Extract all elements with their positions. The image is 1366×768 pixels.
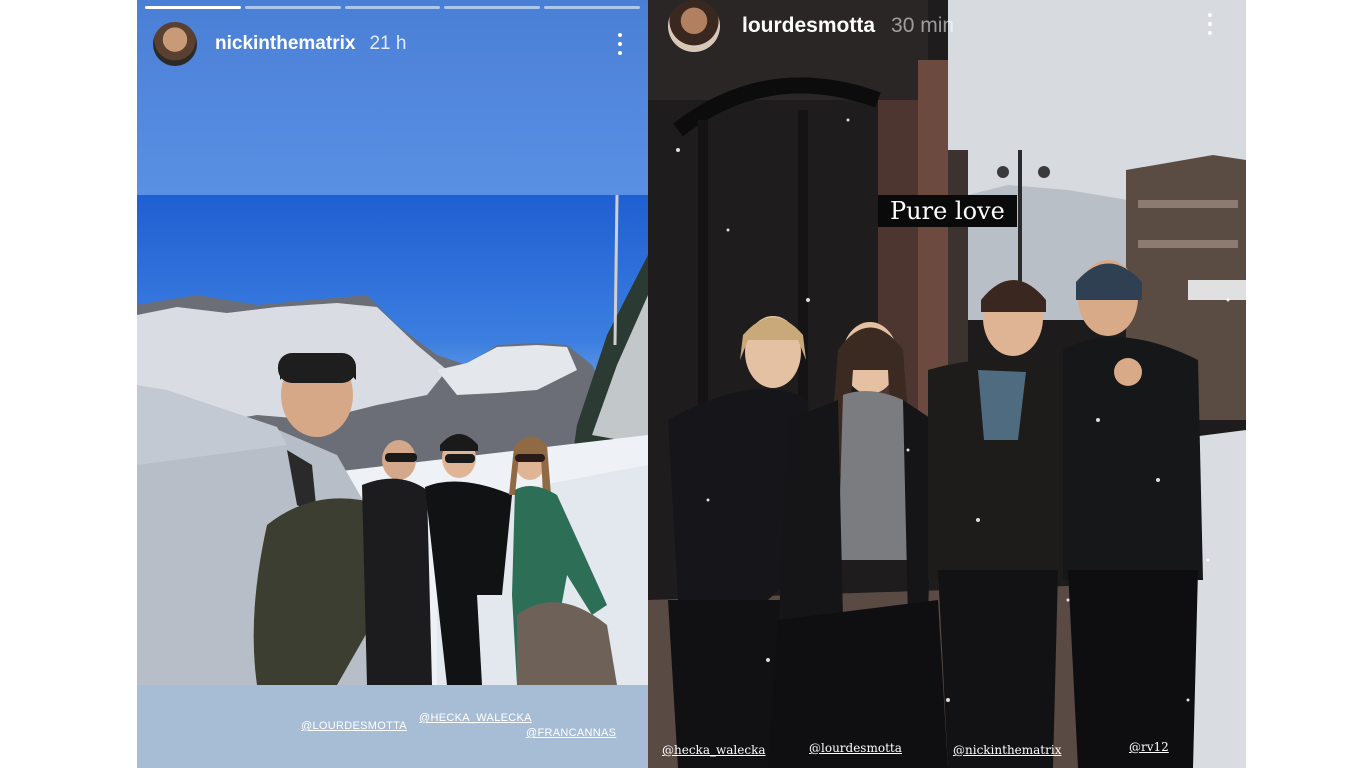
photo-illustration — [137, 195, 648, 685]
story-username[interactable]: lourdesmotta — [742, 14, 875, 38]
mention-tag[interactable]: @hecka_walecka — [662, 743, 766, 757]
mention-tag[interactable]: @HECKA_WALECKA — [419, 712, 532, 724]
story-timestamp: 21 h — [369, 33, 407, 54]
story-photo-street — [648, 0, 1246, 768]
story-username[interactable]: nickinthematrix — [215, 33, 355, 55]
story-progress-bar — [145, 6, 640, 9]
story-nickinthematrix[interactable]: nickinthematrix 21 h @LOURDESMOTTA @HECK… — [137, 0, 648, 768]
story-photo-mountains — [137, 195, 648, 685]
story-header: nickinthematrix 21 h — [153, 22, 628, 66]
story-header: lourdesmotta 30 min — [668, 0, 1218, 52]
mention-tag[interactable]: @lourdesmotta — [809, 741, 902, 755]
story-caption: Pure love — [878, 195, 1017, 227]
more-vertical-icon[interactable] — [1202, 10, 1218, 38]
progress-segment — [145, 6, 241, 9]
more-vertical-icon[interactable] — [612, 30, 628, 58]
mention-tag[interactable]: @FRANCANNAS — [526, 727, 616, 739]
progress-segment — [444, 6, 541, 9]
mention-tag[interactable]: @nickinthematrix — [953, 743, 1061, 757]
progress-segment — [344, 6, 441, 9]
progress-segment — [244, 6, 341, 9]
mention-tag[interactable]: @LOURDESMOTTA — [301, 720, 407, 732]
story-lourdesmotta[interactable]: lourdesmotta 30 min Pure love @hecka_wal… — [648, 0, 1246, 768]
avatar[interactable] — [153, 22, 197, 66]
story-timestamp: 30 min — [891, 14, 955, 37]
mention-tag[interactable]: @rv12 — [1129, 740, 1169, 754]
progress-segment — [544, 6, 640, 9]
avatar[interactable] — [668, 0, 720, 52]
